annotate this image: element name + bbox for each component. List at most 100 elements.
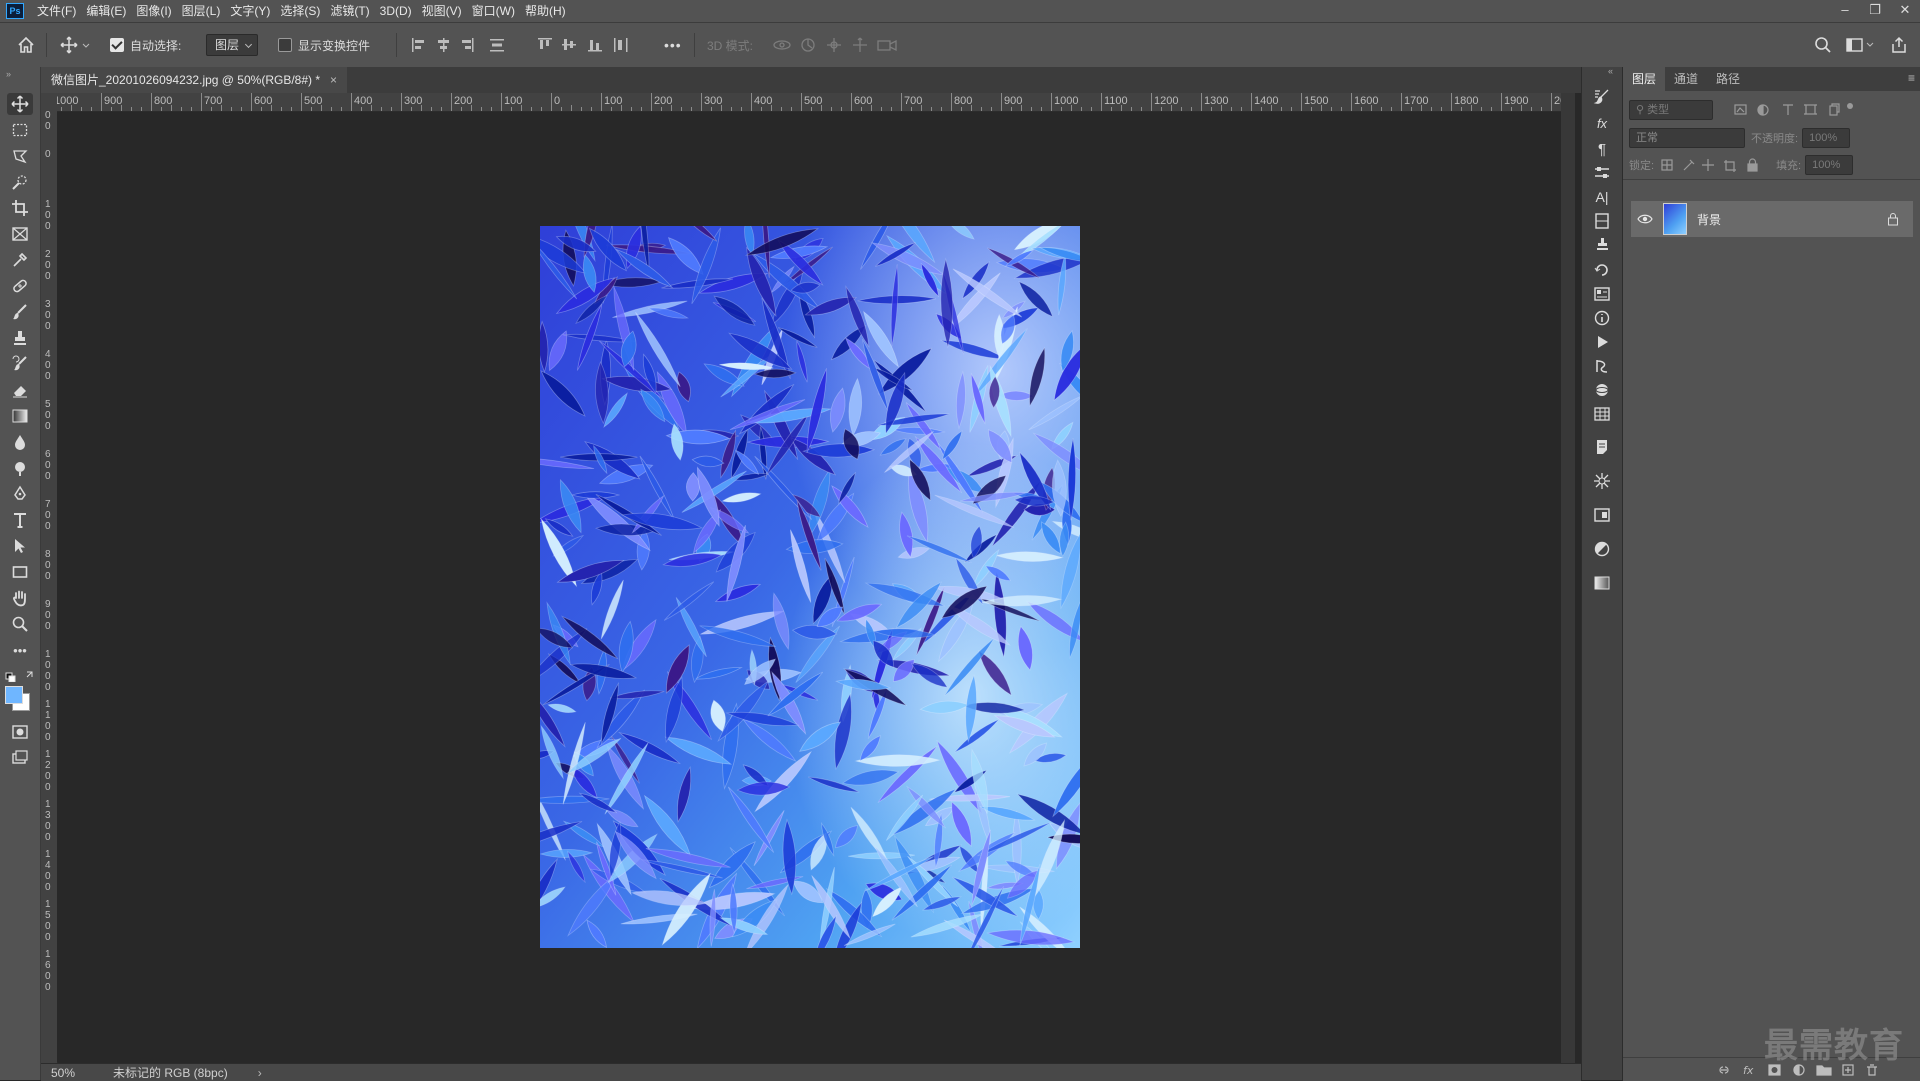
menu-edit[interactable]: 编辑(E) [81,0,131,22]
minimize-button[interactable]: – [1830,0,1860,22]
ruler-origin[interactable] [41,93,58,112]
zoom-level[interactable]: 50% [51,1066,101,1080]
search-icon[interactable] [1814,23,1832,67]
link-layers-icon [1719,1066,1729,1074]
quick-selection-tool-icon[interactable] [7,171,33,193]
vertical-ruler[interactable]: 1000100200300400500600700800900100011001… [41,111,58,1063]
menu-image[interactable]: 图像(I) [131,0,176,22]
fill-input[interactable]: 100% [1805,155,1854,175]
dodge-tool-icon[interactable] [7,457,33,479]
clone-source-icon[interactable] [1592,235,1612,255]
lock-buttons[interactable] [1658,157,1770,173]
paragraph-icon[interactable]: ¶ [1592,139,1612,159]
menu-view[interactable]: 视图(V) [417,0,467,22]
frame-tool-icon[interactable] [7,223,33,245]
tab-layers[interactable]: 图层 [1623,67,1666,91]
lasso-tool-icon[interactable] [7,145,33,167]
close-document-icon[interactable]: × [330,67,337,93]
navigator-icon[interactable] [1592,505,1612,525]
color-profile-info[interactable]: 未标记的 RGB (8bpc) [113,1064,228,1081]
tab-paths[interactable]: 路径 [1707,67,1749,91]
edit-toolbar-icon[interactable]: ••• [7,639,33,661]
h-ruler-label: 1500 [1304,95,1329,107]
info-icon[interactable] [1592,308,1612,328]
properties-icon[interactable] [1592,284,1612,304]
menu-bar: Ps 文件(F) 编辑(E) 图像(I) 图层(L) 文字(Y) 选择(S) 滤… [0,0,1920,22]
auto-select-target-dropdown[interactable]: 图层 [206,34,259,56]
more-options-button[interactable]: ••• [664,23,682,67]
notes-icon[interactable] [1592,437,1612,457]
vertical-scrollbar[interactable] [1561,93,1575,1063]
paths-icon[interactable] [1592,356,1612,376]
auto-select-checkbox[interactable]: 自动选择: [110,23,181,67]
table-icon[interactable] [1592,404,1612,424]
layer-filter-dropdown[interactable]: ⚲ 类型 [1629,100,1713,120]
quick-mask-icon[interactable] [7,721,33,743]
menu-file[interactable]: 文件(F) [32,0,81,22]
default-colors-icon[interactable] [5,670,35,683]
adjustments-icon[interactable] [1592,539,1612,559]
tab-channels[interactable]: 通道 [1665,67,1707,91]
foreground-color-swatch[interactable] [5,686,23,704]
3d-panel-icon[interactable] [1592,380,1612,400]
blend-mode-dropdown[interactable]: 正常 [1629,128,1745,148]
watermark-logo-text: 最需教育 [1764,1027,1904,1065]
history-brush-tool-icon[interactable] [7,353,33,375]
move-tool-icon[interactable] [7,93,33,115]
brush-settings-icon[interactable] [1592,87,1612,107]
history-icon[interactable] [1592,260,1612,280]
document-tab[interactable]: 微信图片_20201026094232.jpg @ 50%(RGB/8#) * … [41,67,348,93]
panel-menu-icon[interactable]: ≡ [1908,71,1915,85]
collapse-tools-icon[interactable]: » [6,69,11,79]
document-image-inverted-leaves[interactable] [540,226,1080,948]
glyphs-icon[interactable] [1592,471,1612,491]
healing-brush-tool-icon[interactable] [7,275,33,297]
adjustments-sliders-icon[interactable] [1592,163,1612,183]
h-ruler-label: 1200 [1154,95,1179,107]
layer-visibility-eye-icon[interactable] [1637,213,1653,225]
home-icon[interactable] [16,23,36,67]
styles-fx-icon[interactable]: fx [1592,113,1612,133]
status-menu-arrow-icon[interactable]: › [258,1066,262,1080]
move-tool-preset-icon[interactable] [60,23,90,67]
horizontal-ruler[interactable]: 1000900800700600500400300200100010020030… [57,93,1561,112]
crop-tool-icon[interactable] [7,197,33,219]
eyedropper-tool-icon[interactable] [7,249,33,271]
gradient-tool-icon[interactable] [7,405,33,427]
brush-tool-icon[interactable] [7,301,33,323]
menu-filter[interactable]: 滤镜(T) [325,0,374,22]
menu-3d[interactable]: 3D(D) [375,0,417,22]
gradients-icon[interactable] [1592,573,1612,593]
libraries-icon[interactable] [1592,211,1612,231]
hand-tool-icon[interactable] [7,587,33,609]
eraser-tool-icon[interactable] [7,379,33,401]
menu-type[interactable]: 文字(Y) [225,0,275,22]
zoom-tool-icon[interactable] [7,613,33,635]
h-ruler-label: 800 [154,95,173,107]
menu-select[interactable]: 选择(S) [275,0,325,22]
pen-tool-icon[interactable] [7,483,33,505]
layer-row-background[interactable]: 背景 [1631,201,1913,237]
menu-window[interactable]: 窗口(W) [467,0,520,22]
restore-button[interactable]: ❐ [1860,0,1890,22]
3d-orbit-icon [773,40,791,50]
path-selection-tool-icon[interactable] [7,535,33,557]
menu-help[interactable]: 帮助(H) [520,0,571,22]
rectangle-tool-icon[interactable] [7,561,33,583]
screen-mode-icon[interactable] [7,747,33,769]
close-window-button[interactable]: ✕ [1890,0,1920,22]
opacity-input[interactable]: 100% [1802,128,1851,148]
menu-layer[interactable]: 图层(L) [177,0,226,22]
workspace-switcher-icon[interactable] [1846,23,1874,67]
share-icon[interactable] [1890,23,1908,67]
clone-stamp-tool-icon[interactable] [7,327,33,349]
actions-play-icon[interactable] [1592,332,1612,352]
show-transform-checkbox[interactable]: 显示变换控件 [278,23,370,67]
marquee-tool-icon[interactable] [7,119,33,141]
blur-tool-icon[interactable] [7,431,33,453]
type-tool-icon[interactable] [7,509,33,531]
layer-filter-icons[interactable] [1733,102,1853,118]
layer-name[interactable]: 背景 [1697,211,1721,228]
collapse-strip-icon[interactable]: « [1608,66,1613,76]
character-icon[interactable]: A| [1592,187,1612,207]
